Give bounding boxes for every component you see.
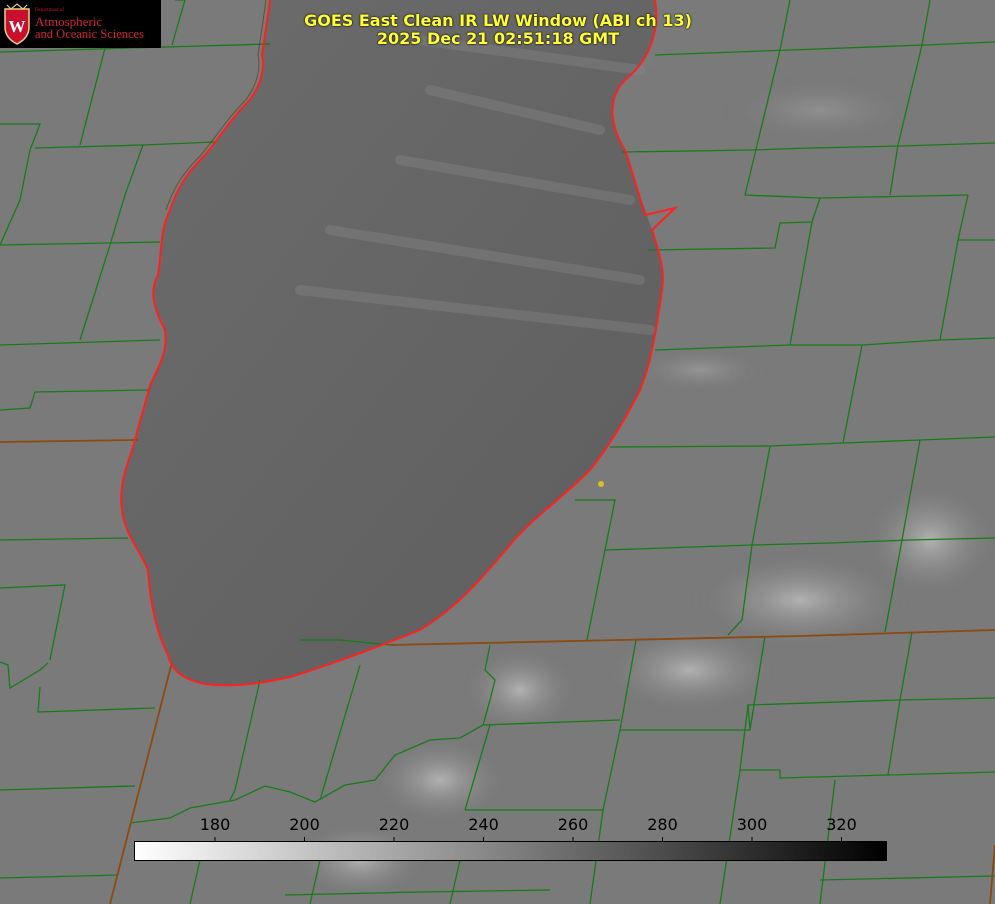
aos-logo: W Department of Atmospheric and Oceanic … — [0, 0, 161, 48]
colorbar-tick-label: 280 — [647, 815, 678, 834]
colorbar-tick-label: 240 — [468, 815, 499, 834]
colorbar-tick-label: 200 — [289, 815, 320, 834]
uw-crest-icon: W — [4, 3, 30, 45]
colorbar — [134, 841, 887, 861]
colorbar-tick-label: 320 — [826, 815, 857, 834]
colorbar-tick-label: 300 — [736, 815, 768, 834]
map-title-timestamp: 2025 Dec 21 02:51:18 GMT — [376, 29, 620, 48]
map-title-product: GOES East Clean IR LW Window (ABI ch 13) — [304, 11, 692, 30]
logo-line2: and Oceanic Sciences — [35, 27, 144, 41]
crest-letter: W — [9, 17, 26, 36]
colorbar-tick-label: 260 — [557, 815, 589, 834]
station-marker — [598, 481, 604, 487]
colorbar-tick-label: 180 — [199, 815, 231, 834]
satellite-map — [0, 0, 995, 904]
colorbar-tick-label: 220 — [378, 815, 410, 834]
logo-department: Department of — [35, 8, 65, 13]
